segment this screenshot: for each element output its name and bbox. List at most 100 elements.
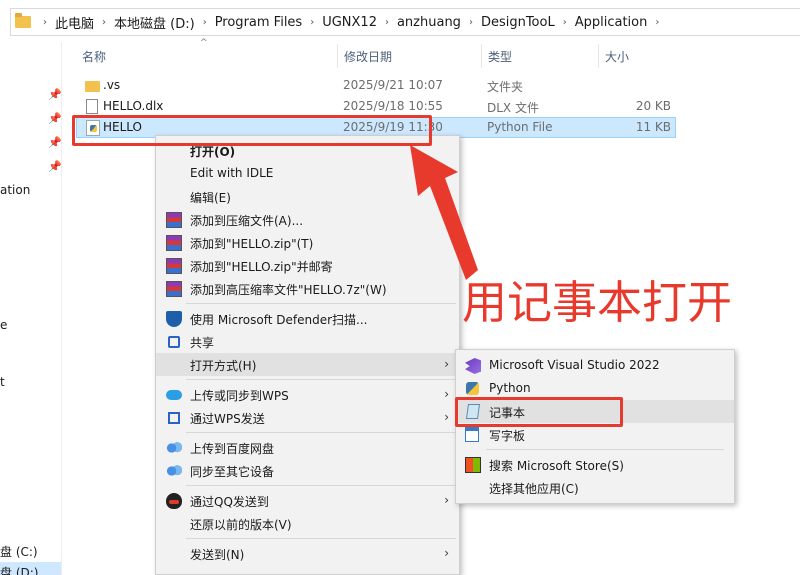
- chevron-right-icon: ›: [444, 410, 449, 424]
- chevron-right-icon: ›: [444, 493, 449, 507]
- nav-drive-c[interactable]: 盘 (C:): [0, 543, 38, 560]
- visual-studio-icon: [465, 358, 481, 374]
- menu-item-label: 使用 Microsoft Defender扫描...: [190, 313, 368, 327]
- column-header-date[interactable]: 修改日期: [338, 44, 482, 68]
- breadcrumb-ugnx12[interactable]: UGNX12: [322, 15, 377, 30]
- menu-item-label: Edit with IDLE: [190, 166, 274, 180]
- chevron-right-icon[interactable]: ›: [655, 17, 659, 28]
- winrar-icon: [166, 235, 182, 251]
- menu-separator: [186, 485, 456, 486]
- file-row[interactable]: .vs 2025/9/21 10:07 文件夹: [76, 75, 676, 96]
- nav-drive-d: 盘 (D:): [0, 566, 39, 575]
- nav-item[interactable]: ation: [0, 183, 30, 197]
- submenu-item-choose-other-app[interactable]: 选择其他应用(C): [456, 476, 734, 499]
- highlight-box-hello-file: [72, 115, 432, 146]
- menu-item-add-to-archive[interactable]: 添加到压缩文件(A)...: [156, 208, 459, 231]
- breadcrumb-program-files[interactable]: Program Files: [215, 15, 303, 30]
- menu-separator: [186, 379, 456, 380]
- pin-icon: 📌: [48, 136, 62, 149]
- menu-item-label: 上传到百度网盘: [190, 442, 275, 456]
- menu-item-label: 添加到高压缩率文件"HELLO.7z"(W): [190, 283, 387, 297]
- folder-icon: [85, 81, 100, 92]
- menu-item-send-to[interactable]: 发送到(N) ›: [156, 542, 459, 565]
- file-size: 11 KB: [635, 120, 671, 134]
- breadcrumb-designtool[interactable]: DesignTooL: [481, 15, 555, 30]
- breadcrumb-anzhuang[interactable]: anzhuang: [397, 15, 461, 30]
- column-header-size-label: 大小: [605, 49, 630, 64]
- submenu-item-microsoft-store[interactable]: 搜索 Microsoft Store(S): [456, 453, 734, 476]
- python-icon: [466, 382, 479, 395]
- submenu-item-label: 选择其他应用(C): [489, 482, 579, 496]
- menu-item-wps-send[interactable]: 通过WPS发送 ›: [156, 406, 459, 429]
- wps-cloud-icon: [166, 390, 182, 400]
- menu-item-edit-with-idle[interactable]: Edit with IDLE: [156, 162, 459, 185]
- column-header-type[interactable]: 类型: [482, 44, 599, 68]
- menu-item-label: 还原以前的版本(V): [190, 518, 292, 532]
- menu-separator: [186, 432, 456, 433]
- menu-item-edit[interactable]: 编辑(E): [156, 185, 459, 208]
- menu-item-label: 共享: [190, 336, 215, 350]
- chevron-right-icon: ›: [444, 387, 449, 401]
- navigation-pane: 📌 📌 📌 📌 ation e t 盘 (C:): [0, 42, 62, 575]
- column-header-name[interactable]: 名称: [76, 44, 338, 68]
- winrar-icon: [166, 258, 182, 274]
- menu-item-label: 添加到压缩文件(A)...: [190, 214, 304, 228]
- menu-separator: [186, 538, 456, 539]
- chevron-right-icon[interactable]: ›: [563, 17, 567, 28]
- chevron-right-icon[interactable]: ›: [385, 17, 389, 28]
- chevron-right-icon[interactable]: ›: [43, 17, 47, 28]
- breadcrumb-application[interactable]: Application: [575, 15, 648, 30]
- menu-item-send-via-qq[interactable]: 通过QQ发送到 ›: [156, 489, 459, 512]
- menu-item-defender-scan[interactable]: 使用 Microsoft Defender扫描...: [156, 307, 459, 330]
- baidu-sync-icon: [166, 463, 182, 479]
- annotation-text: 用记事本打开: [462, 276, 733, 329]
- file-type: Python File: [487, 120, 553, 134]
- menu-item-label: 添加到"HELLO.zip"并邮寄: [190, 260, 333, 274]
- chevron-right-icon: ›: [444, 546, 449, 560]
- menu-item-label: 通过WPS发送: [190, 412, 265, 426]
- baidu-netdisk-icon: [166, 440, 182, 456]
- column-header-size[interactable]: 大小: [599, 44, 679, 68]
- nav-item[interactable]: e: [0, 318, 7, 332]
- share-icon: [168, 336, 180, 348]
- chevron-right-icon[interactable]: ›: [310, 17, 314, 28]
- defender-shield-icon: [166, 311, 182, 327]
- pin-icon: 📌: [48, 160, 62, 173]
- chevron-right-icon[interactable]: ›: [203, 17, 207, 28]
- address-bar: › 此电脑 › 本地磁盘 (D:) › Program Files › UGNX…: [0, 0, 800, 42]
- chevron-right-icon: ›: [444, 357, 449, 371]
- file-type: DLX 文件: [487, 101, 539, 115]
- file-icon: [86, 99, 98, 114]
- menu-item-baidu-upload[interactable]: 上传到百度网盘: [156, 436, 459, 459]
- column-header-type-label: 类型: [488, 49, 513, 64]
- folder-icon: [15, 13, 31, 28]
- context-menu: 打开(O) Edit with IDLE 编辑(E) 添加到压缩文件(A)...…: [155, 135, 460, 575]
- menu-item-wps-upload[interactable]: 上传或同步到WPS ›: [156, 383, 459, 406]
- pin-icon: 📌: [48, 112, 62, 125]
- menu-item-restore-versions[interactable]: 还原以前的版本(V): [156, 512, 459, 535]
- file-row[interactable]: HELLO.dlx 2025/9/18 10:55 DLX 文件 20 KB: [76, 96, 676, 117]
- nav-drive-d-selected[interactable]: 盘 (D:): [0, 562, 61, 575]
- menu-item-label: 通过QQ发送到: [190, 495, 269, 509]
- menu-item-add-to-zip[interactable]: 添加到"HELLO.zip"(T): [156, 231, 459, 254]
- menu-item-open-with[interactable]: 打开方式(H) ›: [156, 353, 459, 376]
- breadcrumb[interactable]: › 此电脑 › 本地磁盘 (D:) › Program Files › UGNX…: [10, 8, 800, 36]
- menu-item-label: 打开方式(H): [190, 359, 257, 373]
- breadcrumb-drive-d[interactable]: 本地磁盘 (D:): [114, 13, 195, 32]
- wordpad-icon: [465, 427, 479, 442]
- chevron-right-icon[interactable]: ›: [469, 17, 473, 28]
- menu-item-share[interactable]: 共享: [156, 330, 459, 353]
- menu-separator: [486, 449, 724, 450]
- menu-item-sync-devices[interactable]: 同步至其它设备: [156, 459, 459, 482]
- submenu-item-label: Microsoft Visual Studio 2022: [489, 358, 660, 372]
- menu-item-label: 添加到"HELLO.zip"(T): [190, 237, 314, 251]
- submenu-item-visual-studio[interactable]: Microsoft Visual Studio 2022: [456, 354, 734, 377]
- file-type: 文件夹: [487, 80, 524, 94]
- menu-item-label: 同步至其它设备: [190, 465, 275, 479]
- menu-item-add-to-zip-and-email[interactable]: 添加到"HELLO.zip"并邮寄: [156, 254, 459, 277]
- breadcrumb-this-pc[interactable]: 此电脑: [55, 13, 94, 32]
- chevron-right-icon[interactable]: ›: [102, 17, 106, 28]
- nav-item[interactable]: t: [0, 375, 5, 389]
- file-date: 2025/9/18 10:55: [343, 99, 443, 113]
- menu-item-add-to-7z[interactable]: 添加到高压缩率文件"HELLO.7z"(W): [156, 277, 459, 300]
